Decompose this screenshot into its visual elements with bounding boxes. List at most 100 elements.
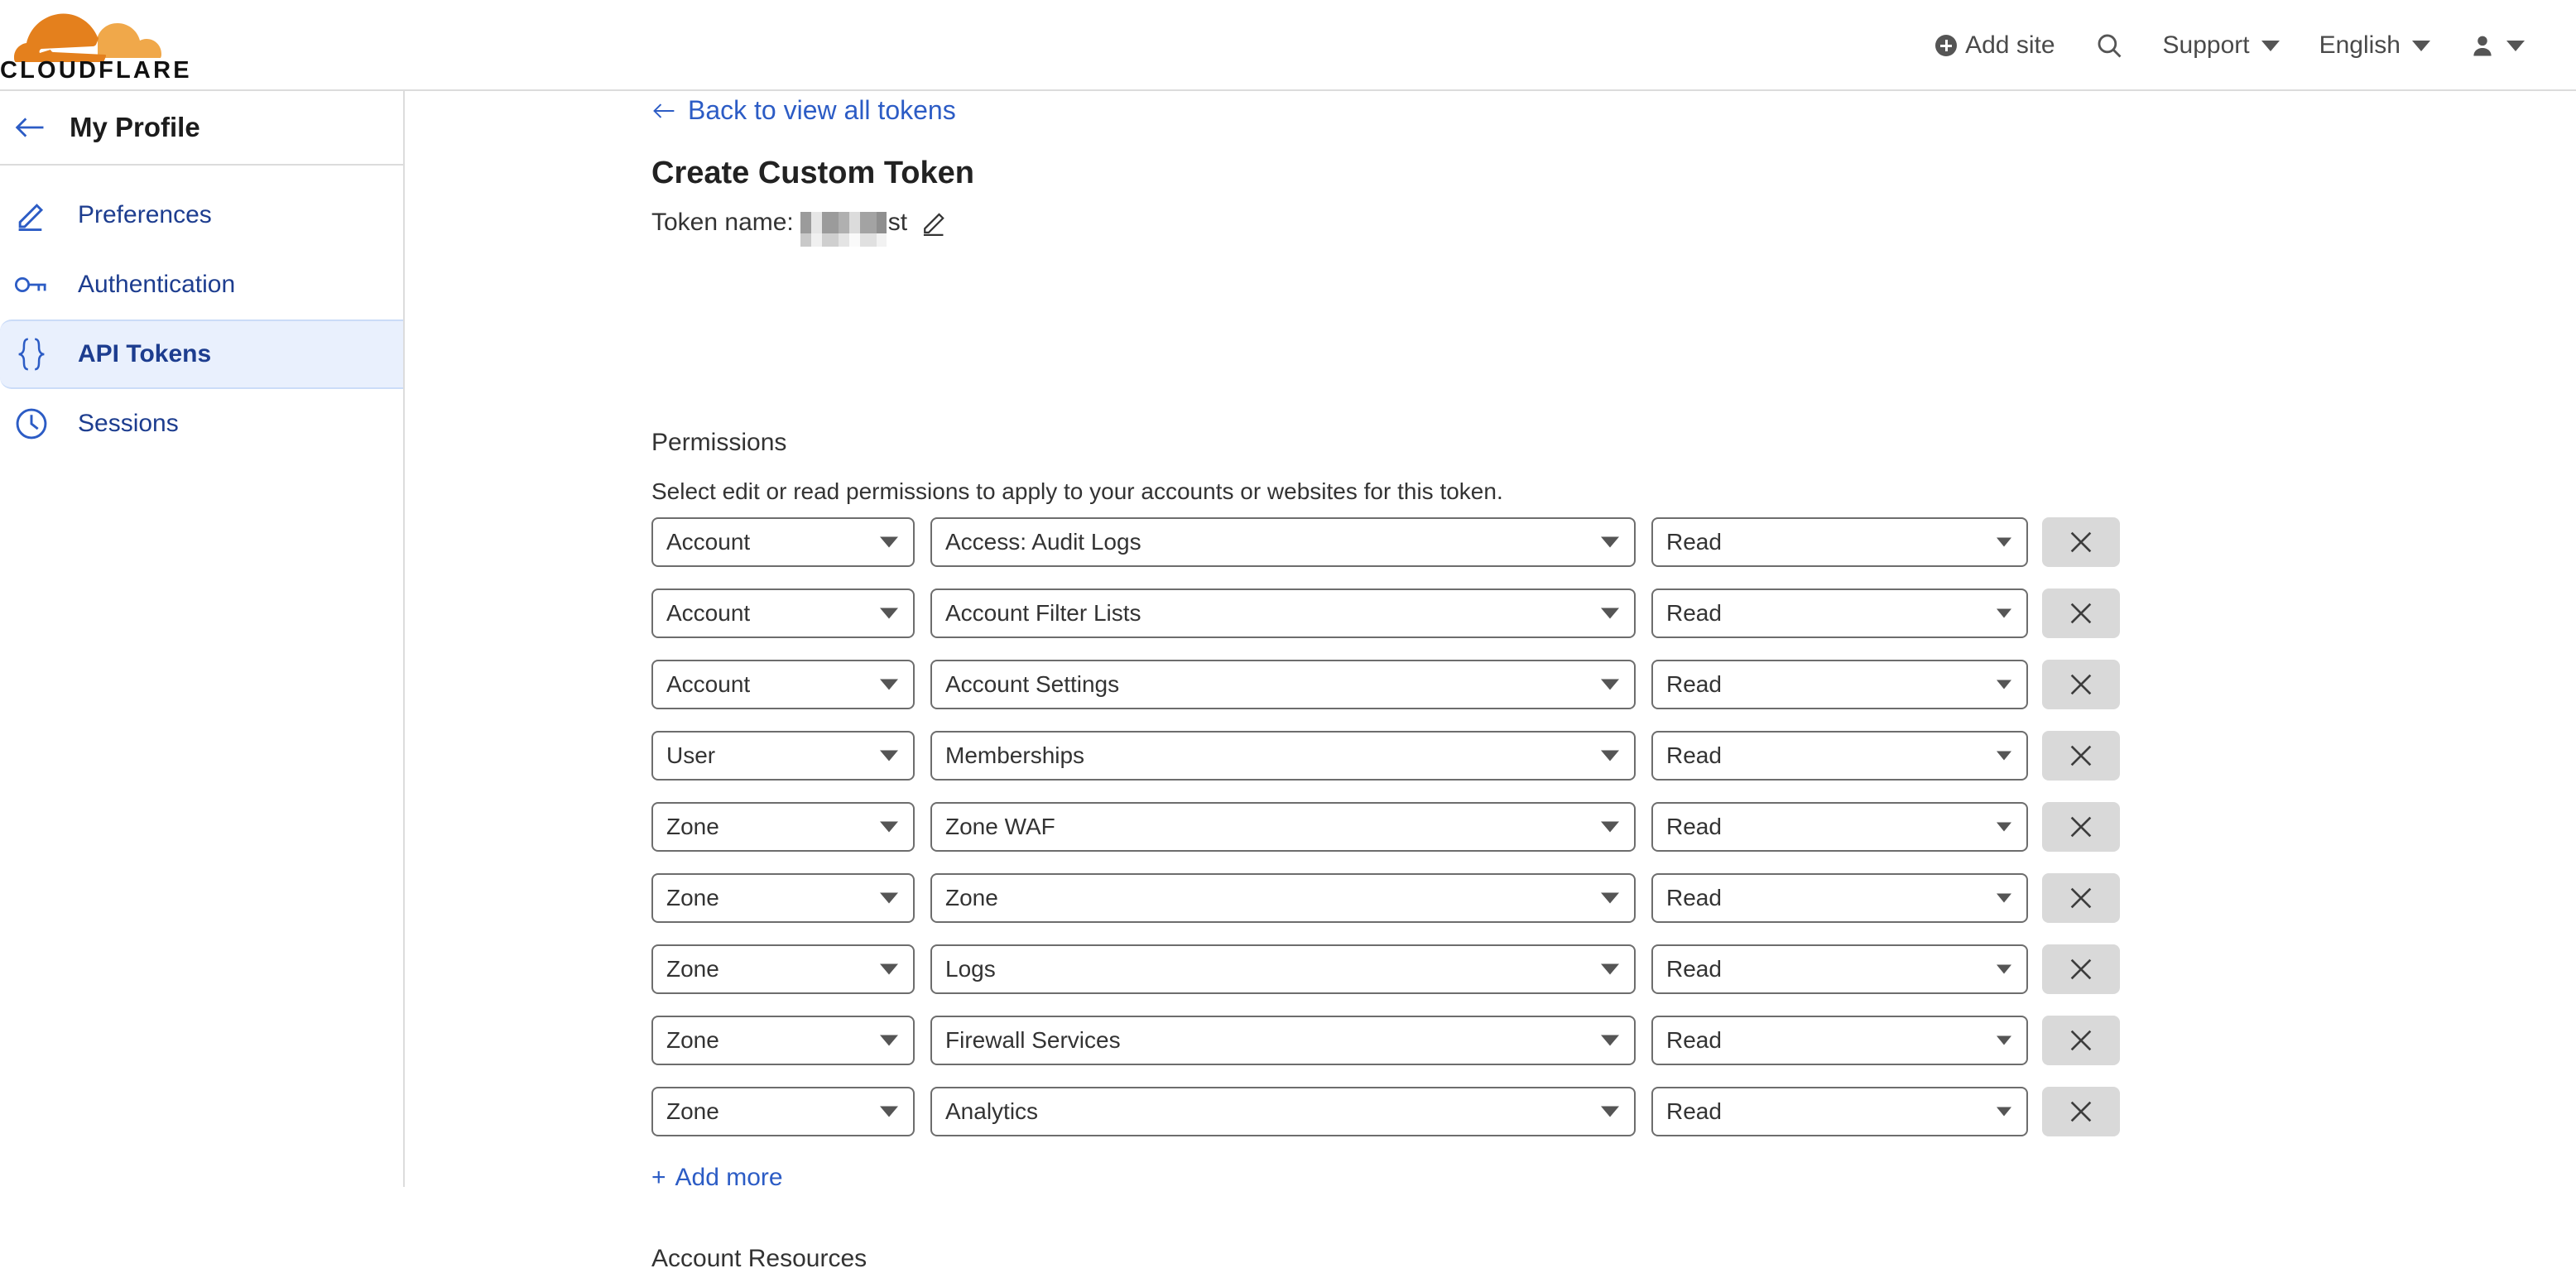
chevron-down-icon — [880, 608, 898, 619]
remove-row-button[interactable] — [2042, 588, 2120, 638]
permission-level-select[interactable]: Read — [1651, 517, 2028, 567]
chevron-down-icon — [1997, 608, 2011, 618]
pencil-icon[interactable] — [920, 209, 949, 237]
remove-row-button[interactable] — [2042, 731, 2120, 781]
remove-row-button[interactable] — [2042, 873, 2120, 923]
permission-resource-select[interactable]: Zone — [930, 873, 1636, 923]
sidebar-item-label: Preferences — [78, 201, 212, 228]
permission-level-value: Read — [1666, 742, 1722, 768]
chevron-down-icon — [1601, 1035, 1619, 1046]
permission-scope-select[interactable]: Zone — [651, 1087, 915, 1136]
close-icon — [2070, 958, 2092, 980]
token-name-label: Token name: — [651, 209, 794, 236]
permission-level-select[interactable]: Read — [1651, 731, 2028, 781]
permission-scope-select[interactable]: Zone — [651, 873, 915, 923]
permission-scope-select[interactable]: Account — [651, 660, 915, 709]
chevron-down-icon — [1601, 750, 1619, 761]
permission-resource-value: Account Settings — [945, 671, 1120, 697]
support-menu[interactable]: Support — [2143, 31, 2300, 60]
header-actions: Add site Support English — [1915, 0, 2545, 91]
permission-scope-value: Account — [666, 529, 751, 555]
permission-scope-value: User — [666, 742, 716, 768]
chevron-down-icon — [1601, 1106, 1619, 1117]
permission-scope-value: Zone — [666, 1098, 719, 1124]
chevron-down-icon — [880, 892, 898, 904]
language-menu[interactable]: English — [2300, 31, 2450, 60]
chevron-down-icon — [1997, 893, 2011, 903]
permission-resource-select[interactable]: Analytics — [930, 1087, 1636, 1136]
permission-resource-select[interactable]: Zone WAF — [930, 802, 1636, 852]
permission-level-select[interactable]: Read — [1651, 588, 2028, 638]
permission-resource-select[interactable]: Logs — [930, 944, 1636, 994]
permission-resource-select[interactable]: Firewall Services — [930, 1016, 1636, 1065]
permission-scope-select[interactable]: Account — [651, 588, 915, 638]
account-resources-heading: Account Resources — [651, 1245, 867, 1272]
permission-level-select[interactable]: Read — [1651, 873, 2028, 923]
sidebar-item-authentication[interactable]: Authentication — [0, 250, 403, 319]
permission-level-value: Read — [1666, 1027, 1722, 1053]
chevron-down-icon — [880, 679, 898, 690]
add-site-button[interactable]: Add site — [1915, 31, 2074, 60]
chevron-down-icon — [1601, 963, 1619, 975]
permission-scope-select[interactable]: Zone — [651, 1016, 915, 1065]
permission-scope-select[interactable]: Zone — [651, 944, 915, 994]
account-menu[interactable] — [2450, 32, 2545, 59]
sidebar-item-api-tokens[interactable]: API Tokens — [0, 319, 403, 389]
add-more-label: Add more — [675, 1164, 783, 1191]
permissions-description: Select edit or read permissions to apply… — [651, 478, 1503, 504]
permission-level-value: Read — [1666, 600, 1722, 626]
permission-level-value: Read — [1666, 814, 1722, 839]
permission-scope-value: Zone — [666, 956, 719, 982]
arrow-left-icon — [653, 103, 675, 118]
chevron-down-icon — [1997, 822, 2011, 832]
sidebar-item-sessions[interactable]: Sessions — [0, 389, 403, 459]
permission-row: Zone Zone Read — [651, 873, 2120, 923]
permission-row: Zone Firewall Services Read — [651, 1016, 2120, 1065]
permission-resource-value: Zone WAF — [945, 814, 1055, 839]
close-icon — [2070, 531, 2092, 553]
close-icon — [2070, 887, 2092, 909]
permission-resource-select[interactable]: Account Filter Lists — [930, 588, 1636, 638]
remove-row-button[interactable] — [2042, 1087, 2120, 1136]
back-to-all-tokens-link[interactable]: Back to view all tokens — [651, 95, 956, 126]
back-link-label: Back to view all tokens — [688, 95, 956, 125]
permission-level-select[interactable]: Read — [1651, 660, 2028, 709]
permission-row: Zone Analytics Read — [651, 1087, 2120, 1136]
permission-level-select[interactable]: Read — [1651, 802, 2028, 852]
remove-row-button[interactable] — [2042, 802, 2120, 852]
chevron-down-icon — [1601, 536, 1619, 548]
add-more-button[interactable]: + Add more — [651, 1164, 783, 1192]
sidebar-item-label: API Tokens — [78, 340, 212, 367]
permission-scope-select[interactable]: Zone — [651, 802, 915, 852]
permission-scope-value: Account — [666, 671, 751, 697]
plus-circle-icon — [1935, 35, 1958, 56]
permissions-heading: Permissions — [651, 429, 787, 456]
permission-level-select[interactable]: Read — [1651, 944, 2028, 994]
chevron-down-icon — [2261, 40, 2280, 51]
permission-level-select[interactable]: Read — [1651, 1016, 2028, 1065]
chevron-down-icon — [2412, 40, 2430, 51]
person-icon — [2473, 36, 2492, 56]
sidebar-back-button[interactable] — [8, 106, 51, 149]
permission-level-value: Read — [1666, 1098, 1722, 1124]
permission-scope-select[interactable]: User — [651, 731, 915, 781]
permission-scope-select[interactable]: Account — [651, 517, 915, 567]
permission-row: Account Account Filter Lists Read — [651, 588, 2120, 638]
permission-level-select[interactable]: Read — [1651, 1087, 2028, 1136]
sidebar-item-preferences[interactable]: Preferences — [0, 180, 403, 250]
profile-sidebar: My Profile Preferences Authentication AP… — [0, 91, 405, 1187]
search-button[interactable] — [2075, 31, 2143, 60]
main-content: Back to view all tokens Create Custom To… — [405, 91, 2576, 1272]
remove-row-button[interactable] — [2042, 517, 2120, 567]
remove-row-button[interactable] — [2042, 1016, 2120, 1065]
permission-resource-select[interactable]: Account Settings — [930, 660, 1636, 709]
cloudflare-logo[interactable]: CLOUDFLARE — [0, 5, 190, 84]
permission-resource-select[interactable]: Access: Audit Logs — [930, 517, 1636, 567]
permission-resource-value: Account Filter Lists — [945, 600, 1141, 626]
sidebar-item-label: Authentication — [78, 271, 236, 298]
page-title: My Profile — [70, 112, 200, 142]
plus-icon: + — [651, 1164, 666, 1191]
permission-resource-select[interactable]: Memberships — [930, 731, 1636, 781]
remove-row-button[interactable] — [2042, 660, 2120, 709]
remove-row-button[interactable] — [2042, 944, 2120, 994]
